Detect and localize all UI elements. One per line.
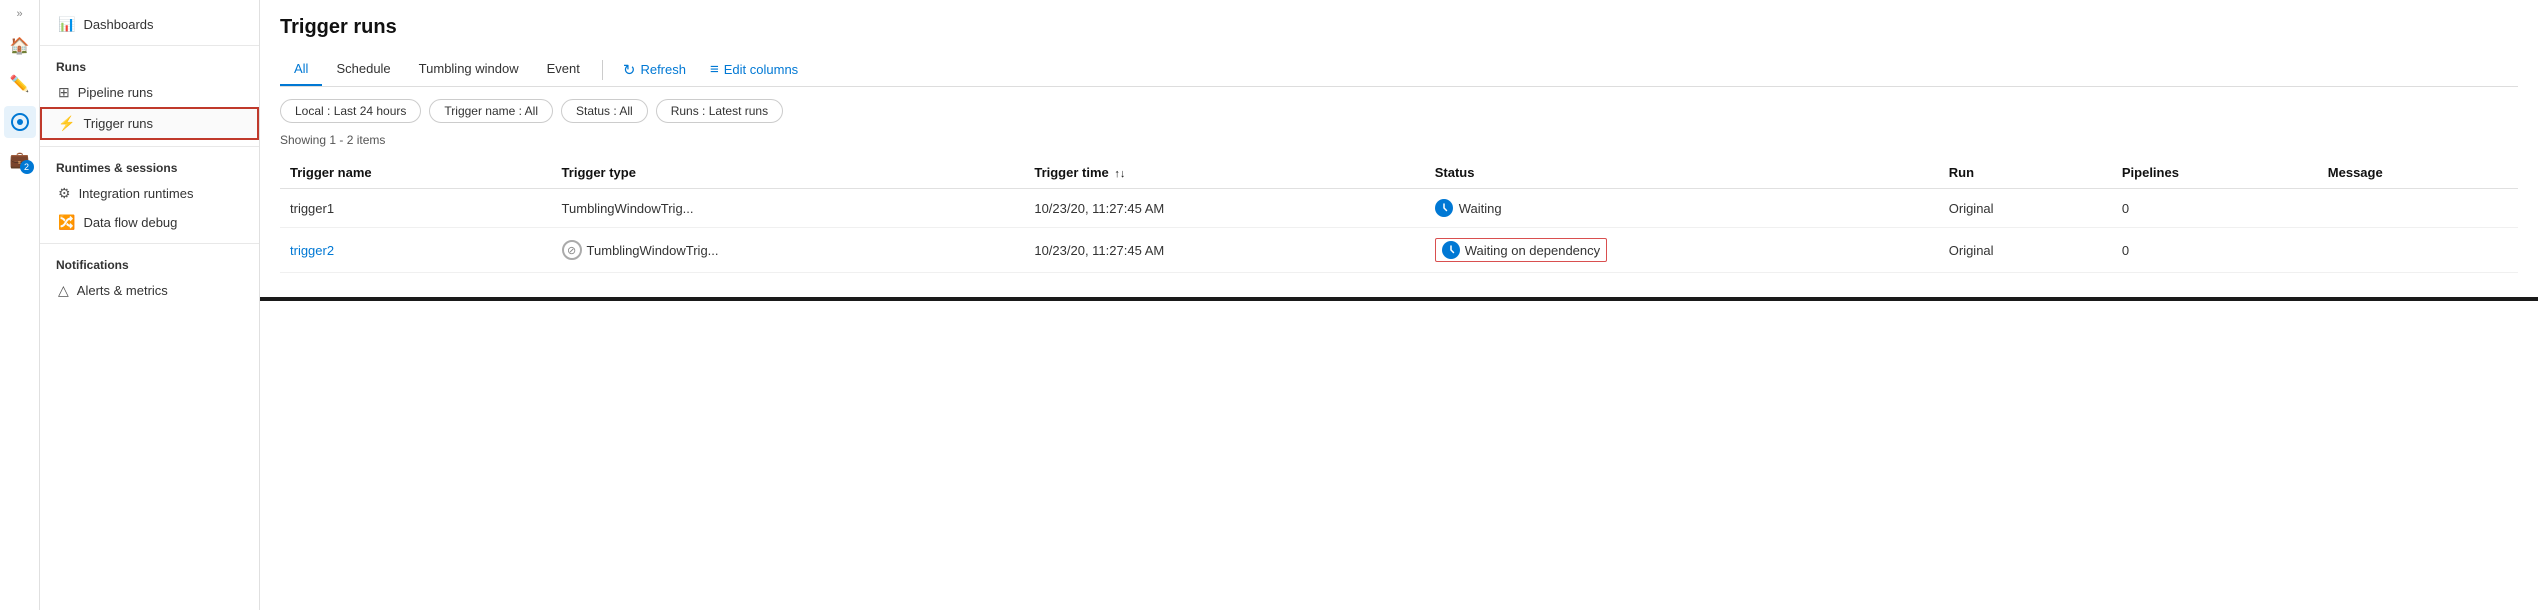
nav-section-runtimes: Runtimes & sessions	[40, 153, 259, 179]
edit-columns-icon: ≡	[710, 61, 719, 78]
nav-label-data-flow-debug: Data flow debug	[83, 215, 177, 230]
edit-columns-button[interactable]: ≡ Edit columns	[698, 55, 810, 84]
edit-columns-label: Edit columns	[724, 62, 798, 77]
main-content: Trigger runs All Schedule Tumbling windo…	[260, 0, 2538, 610]
nav-label-dashboards: Dashboards	[83, 17, 153, 32]
nav-label-alerts-metrics: Alerts & metrics	[77, 283, 168, 298]
sidebar-icon-home[interactable]: 🏠	[4, 30, 36, 62]
col-header-trigger-time[interactable]: Trigger time ↑↓	[1024, 157, 1424, 189]
status-filter-chip[interactable]: Status : All	[561, 99, 648, 123]
col-label-trigger-time: Trigger time	[1034, 165, 1108, 180]
cell-pipelines-2: 0	[2112, 228, 2318, 273]
pipeline-runs-icon: ⊞	[58, 84, 70, 101]
nav-item-trigger-runs[interactable]: ⚡ Trigger runs	[40, 107, 259, 140]
nav-item-integration-runtimes[interactable]: ⚙ Integration runtimes	[40, 179, 259, 208]
col-header-pipelines: Pipelines	[2112, 157, 2318, 189]
cell-pipelines-1: 0	[2112, 189, 2318, 228]
status-icon-1	[1435, 199, 1453, 217]
table-row: trigger1 TumblingWindowTrig... 10/23/20,…	[280, 189, 2518, 228]
cell-status-2: Waiting on dependency	[1425, 228, 1939, 273]
cell-run-2: Original	[1939, 228, 2112, 273]
status-box-2: Waiting on dependency	[1435, 238, 1607, 262]
filter-bar: Local : Last 24 hours Trigger name : All…	[280, 99, 2518, 123]
cell-message-1	[2318, 189, 2518, 228]
nav-section-runs: Runs	[40, 52, 259, 78]
divider-3	[40, 243, 259, 244]
cell-trigger-type-2: ⊘ TumblingWindowTrig...	[552, 228, 1025, 273]
cell-trigger-time-1: 10/23/20, 11:27:45 AM	[1024, 189, 1424, 228]
nav-item-pipeline-runs[interactable]: ⊞ Pipeline runs	[40, 78, 259, 107]
cell-trigger-name-2: trigger2	[280, 228, 552, 273]
sidebar-icon-monitor[interactable]	[4, 106, 36, 138]
tab-tumbling-window[interactable]: Tumbling window	[405, 53, 533, 86]
status-icon-2	[1442, 241, 1460, 259]
cell-message-2	[2318, 228, 2518, 273]
expand-icon[interactable]: »	[16, 8, 22, 20]
time-filter-chip[interactable]: Local : Last 24 hours	[280, 99, 421, 123]
nav-item-dashboards[interactable]: 📊 Dashboards	[40, 10, 259, 39]
nav-item-alerts-metrics[interactable]: △ Alerts & metrics	[40, 276, 259, 305]
divider-1	[40, 45, 259, 46]
page-title: Trigger runs	[280, 16, 2518, 39]
nav-label-pipeline-runs: Pipeline runs	[78, 85, 153, 100]
col-header-trigger-name: Trigger name	[280, 157, 552, 189]
sidebar-icon-briefcase[interactable]: 💼 2	[4, 144, 36, 176]
status-text-2: Waiting on dependency	[1465, 243, 1600, 258]
trigger-runs-icon: ⚡	[58, 115, 75, 132]
showing-text: Showing 1 - 2 items	[280, 133, 2518, 147]
cell-status-1: Waiting	[1425, 189, 1939, 228]
tabs-bar: All Schedule Tumbling window Event ↻ Ref…	[280, 53, 2518, 87]
cell-run-1: Original	[1939, 189, 2112, 228]
nav-label-trigger-runs: Trigger runs	[83, 116, 153, 131]
data-flow-debug-icon: 🔀	[58, 214, 75, 231]
table-row: trigger2 ⊘ TumblingWindowTrig... 10/23/2…	[280, 228, 2518, 273]
cell-trigger-time-2: 10/23/20, 11:27:45 AM	[1024, 228, 1424, 273]
cell-trigger-type-1: TumblingWindowTrig...	[552, 189, 1025, 228]
divider-2	[40, 146, 259, 147]
dashboards-icon: 📊	[58, 16, 75, 33]
bottom-bar	[260, 297, 2538, 301]
trigger-name-filter-chip[interactable]: Trigger name : All	[429, 99, 553, 123]
trigger-type-text-2: TumblingWindowTrig...	[587, 243, 719, 258]
nav-section-notifications: Notifications	[40, 250, 259, 276]
trigger-runs-table: Trigger name Trigger type Trigger time ↑…	[280, 157, 2518, 273]
status-text-1: Waiting	[1459, 201, 1502, 216]
tab-event[interactable]: Event	[533, 53, 594, 86]
alerts-metrics-icon: △	[58, 282, 69, 299]
nav-panel: 📊 Dashboards Runs ⊞ Pipeline runs ⚡ Trig…	[40, 0, 260, 610]
col-header-trigger-type: Trigger type	[552, 157, 1025, 189]
nav-label-integration-runtimes: Integration runtimes	[79, 186, 194, 201]
integration-runtimes-icon: ⚙	[58, 185, 71, 202]
col-header-status: Status	[1425, 157, 1939, 189]
nav-item-data-flow-debug[interactable]: 🔀 Data flow debug	[40, 208, 259, 237]
tab-divider	[602, 60, 603, 80]
refresh-icon: ↻	[623, 61, 636, 79]
sort-icon-trigger-time: ↑↓	[1114, 168, 1125, 180]
col-header-run: Run	[1939, 157, 2112, 189]
cancel-icon: ⊘	[562, 240, 582, 260]
refresh-button[interactable]: ↻ Refresh	[611, 55, 698, 85]
sidebar-icon-edit[interactable]: ✏️	[4, 68, 36, 100]
trigger-name-text-1: trigger1	[290, 201, 334, 216]
refresh-label: Refresh	[640, 62, 686, 77]
briefcase-badge: 2	[20, 160, 34, 174]
runs-filter-chip[interactable]: Runs : Latest runs	[656, 99, 783, 123]
trigger-name-link-2[interactable]: trigger2	[290, 243, 334, 258]
cell-trigger-name-1: trigger1	[280, 189, 552, 228]
col-header-message: Message	[2318, 157, 2518, 189]
tab-schedule[interactable]: Schedule	[322, 53, 404, 86]
sidebar-icon-panel: » 🏠 ✏️ 💼 2	[0, 0, 40, 610]
tab-all[interactable]: All	[280, 53, 322, 86]
